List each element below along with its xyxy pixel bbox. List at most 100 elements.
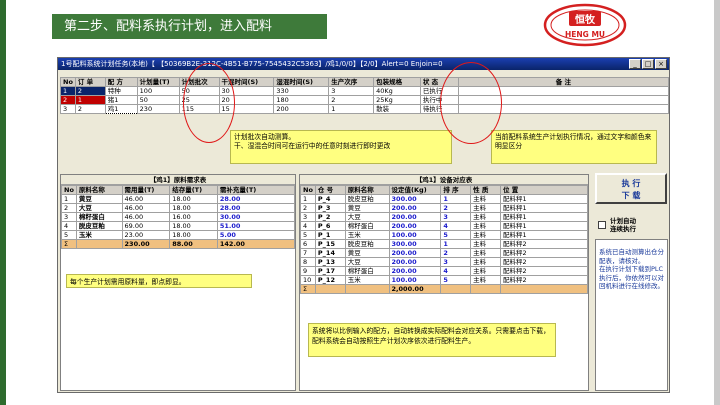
cell[interactable]: 2 xyxy=(60,95,76,105)
cell: 玉米 xyxy=(344,230,390,240)
cell: 玉米 xyxy=(344,275,390,285)
cell[interactable]: 50 xyxy=(136,95,180,105)
status-cell[interactable]: 执行中 xyxy=(419,95,459,105)
cell[interactable]: 2 xyxy=(328,95,375,105)
window-titlebar[interactable]: 1号配料系统计划任务(本地)【 【50369B2E-312C-4B51-B775… xyxy=(58,58,669,70)
bin-row[interactable]: 10 P_12 玉米 100.00 5 主料 配料秤2 xyxy=(300,275,589,285)
task-row[interactable]: 3 2 鸡1 230 115 15 200 1 散装 待执行 xyxy=(60,104,670,114)
cell[interactable] xyxy=(457,95,670,105)
execute-download-button[interactable]: 执 行 下 载 xyxy=(595,173,667,204)
cell[interactable]: 40Kg xyxy=(373,86,421,96)
cell[interactable]: 100.00 xyxy=(388,275,442,285)
cell[interactable]: 1 xyxy=(74,95,106,105)
col-header[interactable]: 仓 号 xyxy=(314,185,346,195)
cell[interactable]: 3 xyxy=(60,104,76,114)
col-header[interactable]: 原料名称 xyxy=(344,185,390,195)
cell: 5 xyxy=(440,275,472,285)
cell[interactable]: 300.00 xyxy=(388,239,442,249)
col-header[interactable]: 位 置 xyxy=(499,185,589,195)
cell[interactable]: 15 xyxy=(218,104,275,114)
cell[interactable]: 特种 xyxy=(104,86,138,96)
cell[interactable]: 200.00 xyxy=(388,212,442,222)
cell[interactable]: 25 xyxy=(178,95,220,105)
cell[interactable]: 100.00 xyxy=(388,230,442,240)
cell[interactable]: 230 xyxy=(136,104,180,114)
col-header[interactable]: 包装规格 xyxy=(373,77,421,87)
cell[interactable]: 1 xyxy=(60,86,76,96)
cell[interactable]: 1 xyxy=(328,104,375,114)
col-header[interactable]: No xyxy=(61,185,77,195)
material-row[interactable]: 4 脱皮豆粕 69.00 18.00 51.00 xyxy=(61,221,296,231)
col-header[interactable]: 原料名称 xyxy=(75,185,123,195)
bin-row[interactable]: 6 P_15 脱皮豆粕 300.00 1 主料 配料秤2 xyxy=(300,239,589,249)
material-row[interactable]: 1 黄豆 46.00 18.00 28.00 xyxy=(61,194,296,204)
col-header[interactable]: 备 注 xyxy=(457,77,670,87)
col-header[interactable]: 干混时间(S) xyxy=(218,77,275,87)
status-cell[interactable]: 待执行 xyxy=(419,104,459,114)
col-header[interactable]: 设定值(Kg) xyxy=(388,185,442,195)
close-button[interactable]: × xyxy=(655,59,667,69)
cell: 16.00 xyxy=(169,212,218,222)
col-header[interactable]: 性 质 xyxy=(470,185,501,195)
material-row[interactable]: 5 玉米 23.00 18.00 5.00 xyxy=(61,230,296,240)
col-header[interactable]: 湿混时间(S) xyxy=(273,77,330,87)
cell[interactable] xyxy=(457,86,670,96)
bin-row[interactable]: 8 P_13 大豆 200.00 3 主料 配料秤2 xyxy=(300,257,589,267)
cell[interactable]: 2 xyxy=(74,86,106,96)
bin-row[interactable]: 9 P_17 棉籽蛋白 200.00 4 主料 配料秤2 xyxy=(300,266,589,276)
cell: P_1 xyxy=(314,230,346,240)
material-row[interactable]: 3 棉籽蛋白 46.00 16.00 30.00 xyxy=(61,212,296,222)
col-header[interactable]: 需用量(T) xyxy=(121,185,171,195)
cell: Σ xyxy=(300,284,316,294)
cell[interactable]: 50 xyxy=(178,86,220,96)
cell[interactable]: 330 xyxy=(273,86,330,96)
maximize-button[interactable]: □ xyxy=(642,59,654,69)
col-header[interactable]: 状 态 xyxy=(419,77,459,87)
minimize-button[interactable]: _ xyxy=(629,59,641,69)
cell[interactable] xyxy=(457,104,670,114)
cell[interactable]: 25Kg xyxy=(373,95,421,105)
auto-run-toggle[interactable]: 计划自动 连续执行 xyxy=(598,217,636,233)
cell[interactable]: 30 xyxy=(218,86,275,96)
cell[interactable]: 100 xyxy=(136,86,180,96)
bin-row[interactable]: 5 P_1 玉米 100.00 5 主料 配料秤1 xyxy=(300,230,589,240)
col-header[interactable]: 订 单 xyxy=(74,77,106,87)
cell[interactable]: 鸡1 xyxy=(104,104,138,114)
cell[interactable]: 20 xyxy=(218,95,275,105)
cell[interactable]: 200.00 xyxy=(388,257,442,267)
col-header[interactable]: 配 方 xyxy=(104,77,138,87)
cell[interactable]: 200 xyxy=(273,104,330,114)
cell[interactable]: 115 xyxy=(178,104,220,114)
col-header[interactable]: No xyxy=(300,185,316,195)
cell[interactable]: 200.00 xyxy=(388,221,442,231)
col-header[interactable]: 计划量(T) xyxy=(136,77,180,87)
task-row[interactable]: 1 2 特种 100 50 30 330 3 40Kg 已执行 xyxy=(60,86,670,96)
task-row[interactable]: 2 1 猪1 50 25 20 180 2 25Kg 执行中 xyxy=(60,95,670,105)
col-header[interactable]: No xyxy=(60,77,76,87)
cell[interactable]: 300.00 xyxy=(388,194,442,204)
bin-row[interactable]: 2 P_3 黄豆 200.00 2 主料 配料秤1 xyxy=(300,203,589,213)
cell[interactable]: 猪1 xyxy=(104,95,138,105)
bin-row[interactable]: 7 P_14 黄豆 200.00 2 主料 配料秤2 xyxy=(300,248,589,258)
cell[interactable]: 2 xyxy=(74,104,106,114)
cell[interactable]: 200.00 xyxy=(388,248,442,258)
col-header[interactable]: 计划批次 xyxy=(178,77,220,87)
col-header[interactable]: 排 序 xyxy=(440,185,472,195)
col-header[interactable]: 结存量(T) xyxy=(169,185,218,195)
auto-run-checkbox[interactable] xyxy=(598,221,606,229)
bin-row[interactable]: 3 P_2 大豆 200.00 3 主料 配料秤1 xyxy=(300,212,589,222)
bin-row[interactable]: 4 P_6 棉籽蛋白 200.00 4 主料 配料秤1 xyxy=(300,221,589,231)
cell[interactable]: 200.00 xyxy=(388,203,442,213)
svg-text:HENG MU: HENG MU xyxy=(565,30,605,39)
status-cell[interactable]: 已执行 xyxy=(419,86,459,96)
cell[interactable]: 200.00 xyxy=(388,266,442,276)
cell[interactable]: 180 xyxy=(273,95,330,105)
material-row[interactable]: 2 大豆 46.00 18.00 28.00 xyxy=(61,203,296,213)
col-header[interactable]: 需补充量(T) xyxy=(216,185,296,195)
col-header[interactable]: 生产次序 xyxy=(328,77,375,87)
bin-row[interactable]: 1 P_4 脱皮豆粕 300.00 1 主料 配料秤1 xyxy=(300,194,589,204)
side-help-note: 系统已自动测算出仓分配表，请核对。 在执行计划下载到PLC执行后，你依然可以对回… xyxy=(595,239,668,391)
cell[interactable]: 3 xyxy=(328,86,375,96)
cell[interactable]: 散装 xyxy=(373,104,421,114)
download-label: 下 载 xyxy=(621,191,641,200)
